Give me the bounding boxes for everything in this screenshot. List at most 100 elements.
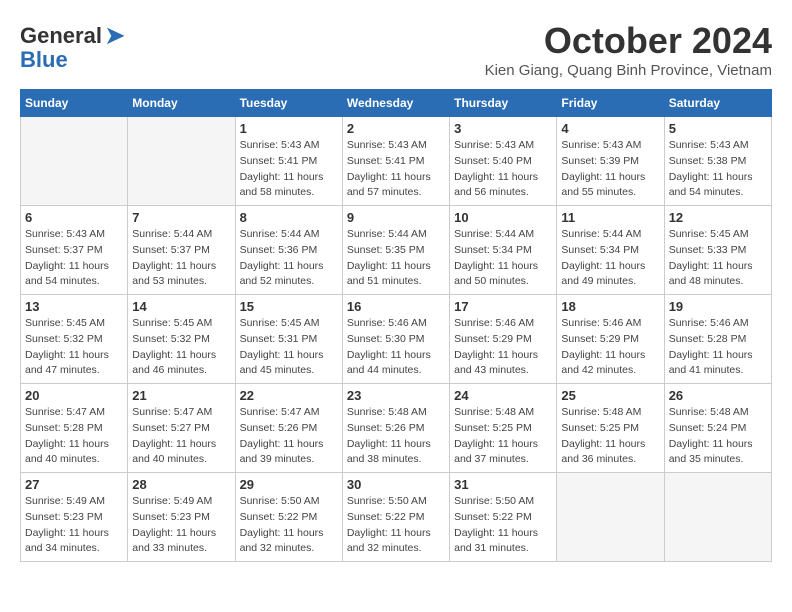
day-info: Sunrise: 5:46 AM Sunset: 5:29 PM Daylight:… [454, 316, 552, 379]
header-tuesday: Tuesday [235, 90, 342, 117]
day-number: 1 [240, 121, 338, 136]
day-number: 15 [240, 299, 338, 314]
sunrise-text: Sunrise: 5:50 AM [454, 495, 534, 507]
day-number: 25 [561, 388, 659, 403]
calendar-cell: 29Sunrise: 5:50 AMSunset: 5:22 PMDayligh… [235, 473, 342, 562]
calendar-cell: 8 Sunrise: 5:44 AMSunset: 5:36 PMDaylight… [235, 206, 342, 295]
day-info: Sunrise: 5:48 AMSunset: 5:24 PMDaylight:… [669, 405, 767, 468]
daylight-text: Daylight: 11 hours and 52 minutes. [240, 260, 324, 288]
calendar-cell: 23Sunrise: 5:48 AMSunset: 5:26 PMDayligh… [342, 384, 449, 473]
day-info: Sunrise: 5:47 AMSunset: 5:26 PMDaylight:… [240, 405, 338, 468]
day-info: Sunrise: 5:50 AMSunset: 5:22 PMDaylight:… [454, 494, 552, 557]
calendar-cell: 28Sunrise: 5:49 AMSunset: 5:23 PMDayligh… [128, 473, 235, 562]
day-info: Sunrise: 5:44 AMSunset: 5:36 PMDaylight:… [240, 227, 338, 290]
sunset-text: Sunset: 5:34 PM [454, 244, 532, 256]
daylight-text: Daylight: 11 hours and 43 minutes. [454, 349, 538, 377]
sunset-text: Sunset: 5:24 PM [669, 422, 747, 434]
sunrise-text: Sunrise: 5:50 AM [347, 495, 427, 507]
calendar-cell [128, 117, 235, 206]
sunrise-text: Sunrise: 5:48 AM [347, 406, 427, 418]
day-number: 7 [132, 210, 230, 225]
day-info: Sunrise: 5:43 AMSunset: 5:39 PMDaylight:… [561, 138, 659, 201]
calendar-cell: 19Sunrise: 5:46 AMSunset: 5:28 PMDayligh… [664, 295, 771, 384]
daylight-text: Daylight: 11 hours and 56 minutes. [454, 171, 538, 199]
sunrise-text: Sunrise: 5:46 AM [454, 317, 534, 329]
day-number: 17 [454, 299, 552, 314]
sunset-text: Sunset: 5:25 PM [454, 422, 532, 434]
daylight-text: Daylight: 11 hours and 48 minutes. [669, 260, 753, 288]
daylight-text: Daylight: 11 hours and 32 minutes. [240, 527, 324, 555]
day-info: Sunrise: 5:48 AMSunset: 5:25 PMDaylight:… [561, 405, 659, 468]
day-info: Sunrise: 5:50 AMSunset: 5:22 PMDaylight:… [347, 494, 445, 557]
calendar-cell: 4Sunrise: 5:43 AMSunset: 5:39 PMDaylight… [557, 117, 664, 206]
day-info: Sunrise: 5:44 AMSunset: 5:34 PMDaylight:… [454, 227, 552, 290]
calendar-cell: 27 Sunrise: 5:49 AMSunset: 5:23 PMDayligh… [21, 473, 128, 562]
calendar-week-5: 27 Sunrise: 5:49 AMSunset: 5:23 PMDayligh… [21, 473, 772, 562]
sunset-text: Sunset: 5:28 PM [669, 333, 747, 345]
header-friday: Friday [557, 90, 664, 117]
calendar-week-3: 13Sunrise: 5:45 AMSunset: 5:32 PMDayligh… [21, 295, 772, 384]
day-info: Sunrise: 5:44 AMSunset: 5:35 PMDaylight:… [347, 227, 445, 290]
sunset-text: Sunset: 5:23 PM [132, 511, 210, 523]
sunset-text: Sunset: 5:25 PM [561, 422, 639, 434]
day-info: Sunrise: 5:49 AMSunset: 5:23 PMDaylight:… [25, 494, 123, 557]
day-number: 8 [240, 210, 338, 225]
calendar-week-1: 1 Sunrise: 5:43 AM Sunset: 5:41 PM Daylight… [21, 117, 772, 206]
day-info: Sunrise: 5:45 AMSunset: 5:31 PMDaylight:… [240, 316, 338, 379]
sunset-text: Sunset: 5:26 PM [347, 422, 425, 434]
header-thursday: Thursday [450, 90, 557, 117]
daylight-text: Daylight: 11 hours and 46 minutes. [132, 349, 216, 377]
sunrise-text: Sunrise: 5:45 AM [25, 317, 105, 329]
day-number: 22 [240, 388, 338, 403]
daylight-text: Daylight: 11 hours and 37 minutes. [454, 438, 538, 466]
day-number: 18 [561, 299, 659, 314]
daylight-text: Daylight: 11 hours and 53 minutes. [132, 260, 216, 288]
sunrise-text: Sunrise: 5:43 AM [454, 139, 534, 151]
header-sunday: Sunday [21, 90, 128, 117]
day-info: Sunrise: 5:46 AMSunset: 5:30 PMDaylight:… [347, 316, 445, 379]
sunset-text: Sunset: 5:35 PM [347, 244, 425, 256]
sunrise-text: Sunrise: 5:47 AM [25, 406, 105, 418]
sunset-text: Sunset: 5:39 PM [561, 155, 639, 167]
calendar-cell: 18 Sunrise: 5:46 AM Sunset: 5:29 PM Dayligh… [557, 295, 664, 384]
sunrise-text: Sunrise: 5:46 AM [561, 317, 641, 329]
sunset-text: Sunset: 5:29 PM [561, 333, 639, 345]
sunset-text: Sunset: 5:32 PM [132, 333, 210, 345]
sunset-text: Sunset: 5:27 PM [132, 422, 210, 434]
logo-bird-icon: ➤ [104, 20, 126, 51]
sunset-text: Sunset: 5:28 PM [25, 422, 103, 434]
sunset-text: Sunset: 5:29 PM [454, 333, 532, 345]
sunset-text: Sunset: 5:30 PM [347, 333, 425, 345]
calendar-cell [21, 117, 128, 206]
day-number: 27 [25, 477, 123, 492]
sunrise-text: Sunrise: 5:48 AM [454, 406, 534, 418]
calendar-header-row: Sunday Monday Tuesday Wednesday Thursday… [21, 90, 772, 117]
daylight-text: Daylight: 11 hours and 49 minutes. [561, 260, 645, 288]
day-info: Sunrise: 5:43 AMSunset: 5:40 PMDaylight:… [454, 138, 552, 201]
sunrise-text: Sunrise: 5:50 AM [240, 495, 320, 507]
header-saturday: Saturday [664, 90, 771, 117]
daylight-text: Daylight: 11 hours and 38 minutes. [347, 438, 431, 466]
day-number: 10 [454, 210, 552, 225]
day-number: 26 [669, 388, 767, 403]
sunrise-text: Sunrise: 5:43 AM [669, 139, 749, 151]
day-info: Sunrise: 5:44 AMSunset: 5:37 PMDaylight:… [132, 227, 230, 290]
day-info: Sunrise: 5:47 AMSunset: 5:28 PMDaylight:… [25, 405, 123, 468]
sunset-text: Sunset: 5:22 PM [347, 511, 425, 523]
sunrise-text: Sunrise: 5:43 AM [347, 139, 427, 151]
calendar-cell: 31Sunrise: 5:50 AMSunset: 5:22 PMDayligh… [450, 473, 557, 562]
sunrise-text: Sunrise: 5:45 AM [240, 317, 320, 329]
day-info: Sunrise: 5:46 AMSunset: 5:28 PMDaylight:… [669, 316, 767, 379]
sunrise-text: Sunrise: 5:45 AM [132, 317, 212, 329]
calendar-cell: 5Sunrise: 5:43 AMSunset: 5:38 PMDaylight… [664, 117, 771, 206]
daylight-text: Daylight: 11 hours and 41 minutes. [669, 349, 753, 377]
day-number: 29 [240, 477, 338, 492]
calendar-cell: 9Sunrise: 5:44 AMSunset: 5:35 PMDaylight… [342, 206, 449, 295]
sunset-text: Sunset: 5:41 PM [240, 155, 318, 167]
sunrise-text: Sunrise: 5:44 AM [561, 228, 641, 240]
daylight-text: Daylight: 11 hours and 42 minutes. [561, 349, 645, 377]
sunset-text: Sunset: 5:33 PM [669, 244, 747, 256]
daylight-text: Daylight: 11 hours and 47 minutes. [25, 349, 109, 377]
sunrise-text: Sunrise: 5:44 AM [347, 228, 427, 240]
calendar-table: Sunday Monday Tuesday Wednesday Thursday… [20, 89, 772, 562]
